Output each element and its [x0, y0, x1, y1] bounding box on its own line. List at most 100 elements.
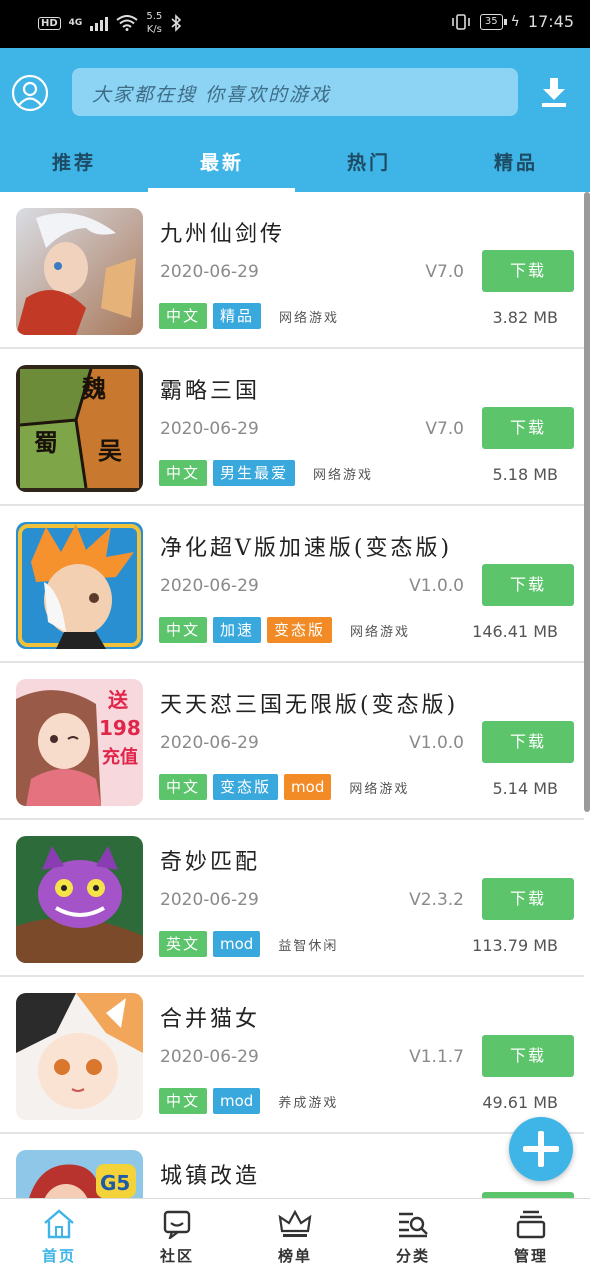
download-button[interactable]: 下载: [482, 878, 574, 920]
tab-latest[interactable]: 最新: [148, 148, 296, 175]
tag: 精品: [213, 303, 262, 329]
wifi-icon: [116, 15, 138, 31]
search-placeholder: 大家都在搜 你喜欢的游戏: [92, 84, 332, 106]
download-icon[interactable]: [540, 76, 568, 108]
tag: 英文: [159, 931, 208, 957]
tag-list: 中文 mod 养成游戏: [159, 1088, 338, 1114]
add-button[interactable]: [509, 1117, 573, 1181]
file-size: 146.41 MB: [472, 622, 558, 641]
game-category: 网络游戏: [279, 310, 340, 326]
game-icon[interactable]: [16, 522, 143, 649]
tag: 中文: [159, 1088, 208, 1114]
game-list-item[interactable]: 净化超V版加速版(变态版) 2020-06-29 V1.0.0 下载 中文 加速…: [0, 506, 584, 663]
game-title[interactable]: 城镇改造: [160, 1158, 260, 1190]
tag: 加速: [213, 617, 262, 643]
nav-category[interactable]: 分类: [354, 1209, 472, 1266]
download-button[interactable]: 下载: [482, 1035, 574, 1077]
plus-icon: [523, 1131, 559, 1167]
tag: 中文: [159, 303, 208, 329]
file-size: 3.82 MB: [492, 308, 559, 327]
download-button[interactable]: 下载: [482, 407, 574, 449]
game-icon[interactable]: G5: [16, 1150, 143, 1198]
tag-list: 中文 加速 变态版 网络游戏: [159, 617, 410, 643]
nav-label: 榜单: [277, 1247, 312, 1265]
nav-label: 社区: [159, 1247, 194, 1265]
icon-text: 送: [108, 688, 129, 712]
tag-list: 中文 变态版 mod 网络游戏: [159, 774, 409, 800]
game-icon[interactable]: 魏 蜀 吴: [16, 365, 143, 492]
search-bar[interactable]: 大家都在搜 你喜欢的游戏: [72, 68, 518, 116]
speed-unit: K/s: [146, 24, 162, 35]
release-date: 2020-06-29: [160, 576, 259, 596]
file-size: 113.79 MB: [472, 936, 558, 955]
scrollbar[interactable]: [584, 192, 590, 812]
signal-icon: [90, 15, 109, 31]
tab-hot[interactable]: 热门: [295, 148, 443, 175]
tag: 中文: [159, 460, 208, 486]
tab-featured[interactable]: 精品: [442, 148, 590, 175]
game-title[interactable]: 天天怼三国无限版(变态版): [160, 687, 458, 719]
release-date: 2020-06-29: [160, 1047, 259, 1067]
nav-ranking[interactable]: 榜单: [236, 1209, 354, 1266]
file-size: 5.18 MB: [492, 465, 559, 484]
status-right: 35 ϟ 17:45: [450, 12, 574, 31]
battery-icon: 35: [479, 13, 507, 30]
game-list-item[interactable]: 奇妙匹配 2020-06-29 V2.3.2 下载 英文 mod 益智休闲 11…: [0, 820, 584, 977]
tag: 男生最爱: [213, 460, 296, 486]
status-left: HD 4G 5.5 K/s: [38, 10, 182, 36]
game-version: V7.0: [425, 419, 464, 439]
icon-text: 蜀: [34, 428, 58, 457]
icon-text: 充值: [102, 746, 138, 768]
game-list-item[interactable]: 魏 蜀 吴 霸略三国 2020-06-29 V7.0 下载 中文 男生最爱 网络…: [0, 349, 584, 506]
game-list-item[interactable]: 合并猫女 2020-06-29 V1.1.7 下载 中文 mod 养成游戏 49…: [0, 977, 584, 1134]
download-button[interactable]: 下载: [482, 721, 574, 763]
icon-text: 吴: [98, 436, 122, 465]
network-type: 4G: [68, 18, 83, 28]
charging-icon: ϟ: [510, 13, 520, 30]
file-size: 49.61 MB: [482, 1093, 558, 1112]
game-list-item[interactable]: 九州仙剑传 2020-06-29 V7.0 下载 中文 精品 网络游戏 3.82…: [0, 192, 584, 349]
game-title[interactable]: 合并猫女: [160, 1001, 260, 1033]
tab-recommended[interactable]: 推荐: [0, 148, 148, 175]
game-list[interactable]: 九州仙剑传 2020-06-29 V7.0 下载 中文 精品 网络游戏 3.82…: [0, 192, 584, 1198]
download-button[interactable]: 下载: [482, 564, 574, 606]
game-title[interactable]: 净化超V版加速版(变态版): [160, 530, 452, 562]
game-version: V1.0.0: [409, 733, 464, 753]
release-date: 2020-06-29: [160, 262, 259, 282]
game-title[interactable]: 九州仙剑传: [160, 216, 285, 248]
game-title[interactable]: 奇妙匹配: [160, 844, 260, 876]
hd-badge: HD: [38, 16, 61, 30]
game-icon[interactable]: 送 198 充值: [16, 679, 143, 806]
nav-manage[interactable]: 管理: [472, 1209, 590, 1266]
speed-value: 5.5: [146, 11, 163, 22]
download-button[interactable]: 下载: [482, 250, 574, 292]
nav-label: 首页: [41, 1247, 76, 1265]
game-list-item[interactable]: G5 城镇改造 下载: [0, 1134, 584, 1198]
crown-icon: [278, 1209, 312, 1237]
game-list-item[interactable]: 送 198 充值 天天怼三国无限版(变态版) 2020-06-29 V1.0.0…: [0, 663, 584, 820]
nav-home[interactable]: 首页: [0, 1209, 118, 1266]
tag: mod: [284, 774, 332, 800]
icon-text: 魏: [81, 374, 106, 403]
category-icon: [399, 1212, 428, 1238]
app-header: 大家都在搜 你喜欢的游戏 推荐 最新 热门 精品: [0, 48, 590, 192]
user-avatar-icon[interactable]: [11, 74, 49, 112]
manage-icon: [516, 1210, 546, 1239]
community-icon: [163, 1210, 191, 1239]
tag: 中文: [159, 617, 208, 643]
bottom-navigation: 首页 社区 榜单 分类 管理: [0, 1198, 590, 1278]
icon-text: 198: [99, 716, 141, 740]
clock: 17:45: [527, 12, 574, 31]
release-date: 2020-06-29: [160, 890, 259, 910]
game-icon[interactable]: [16, 993, 143, 1120]
nav-label: 分类: [395, 1247, 430, 1265]
home-icon: [44, 1209, 74, 1239]
game-category: 网络游戏: [313, 467, 374, 483]
category-tabs: 推荐 最新 热门 精品: [0, 140, 590, 192]
game-title[interactable]: 霸略三国: [160, 373, 260, 405]
game-icon[interactable]: [16, 208, 143, 335]
tag: 中文: [159, 774, 208, 800]
game-icon[interactable]: [16, 836, 143, 963]
status-bar: HD 4G 5.5 K/s 35 ϟ 17:45: [0, 0, 590, 48]
nav-community[interactable]: 社区: [118, 1209, 236, 1266]
